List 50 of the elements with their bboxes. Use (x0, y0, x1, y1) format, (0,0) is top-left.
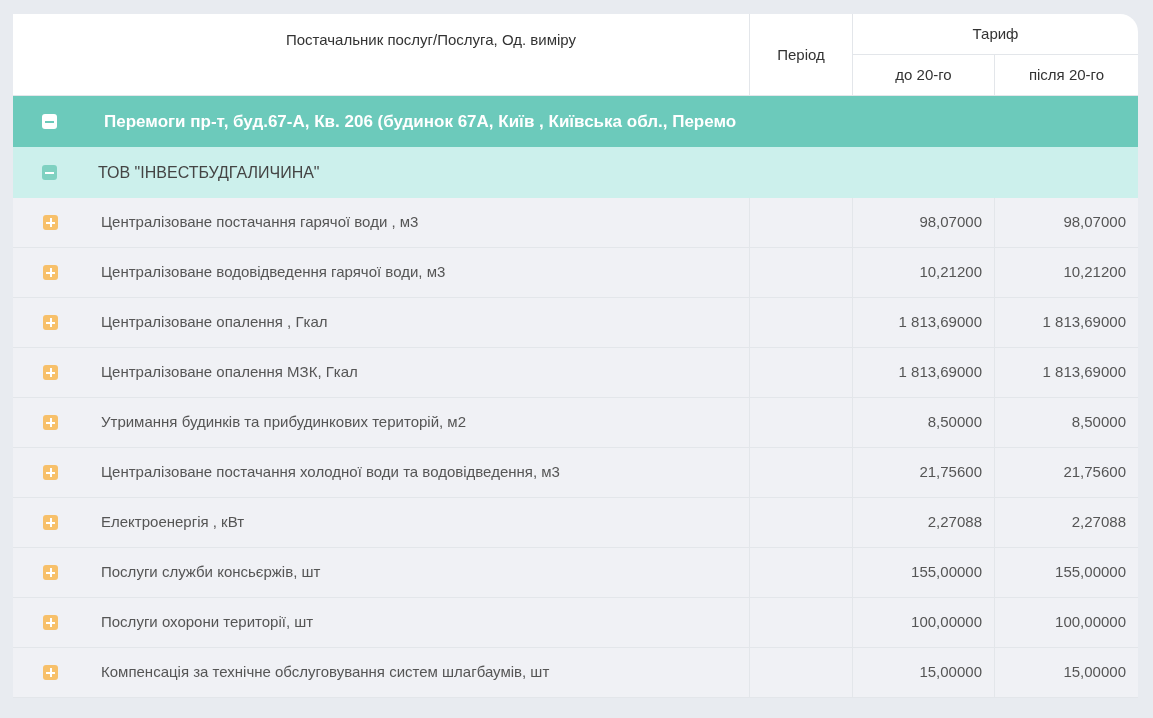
supplier-label: ТОВ "ІНВЕСТБУДГАЛИЧИНА" (98, 162, 320, 183)
column-header: Тариф (972, 23, 1019, 44)
expand-toggle[interactable] (43, 565, 58, 580)
tariff-value: 21,75600 (919, 462, 982, 483)
tariff-value: 8,50000 (1071, 412, 1126, 433)
column-header: до 20-го (895, 65, 952, 86)
column-header: Постачальник послуг/Послуга, Од. виміру (285, 29, 577, 50)
tariff-value: 100,00000 (911, 612, 982, 633)
expand-toggle[interactable] (43, 515, 58, 530)
collapse-toggle[interactable] (42, 114, 57, 129)
expand-toggle[interactable] (43, 265, 58, 280)
column-header: після 20-го (1028, 65, 1105, 86)
tariff-value: 98,07000 (1063, 212, 1126, 233)
expand-toggle[interactable] (43, 365, 58, 380)
service-name: Послуги охорони території, шт (101, 612, 314, 633)
tariff-value: 15,00000 (1063, 662, 1126, 683)
service-name: Послуги служби консьєржів, шт (101, 562, 321, 583)
tariff-value: 2,27088 (1071, 512, 1126, 533)
tariff-value: 155,00000 (1055, 562, 1126, 583)
tariff-value: 21,75600 (1063, 462, 1126, 483)
service-name: Централізоване постачання гарячої води , м3 (101, 212, 419, 233)
tariff-value: 100,00000 (1055, 612, 1126, 633)
tariff-value: 1 813,69000 (898, 362, 982, 383)
tariff-value: 8,50000 (927, 412, 982, 433)
service-name: Централізоване опалення , Гкал (101, 312, 328, 333)
service-name: Централізоване опалення МЗК, Гкал (101, 362, 358, 383)
service-name: Утримання будинків та прибудинкових територій, м2 (101, 412, 467, 433)
address-label: Перемоги пр-т, буд.67-А, Кв. 206 (будинок 67А, Київ , Київська обл., Перемо (104, 110, 737, 133)
tariff-value: 10,21200 (1063, 262, 1126, 283)
service-name: Компенсація за технічне обслуговування систем шлагбаумів, шт (101, 662, 550, 683)
tariff-value: 2,27088 (927, 512, 982, 533)
tariff-value: 10,21200 (919, 262, 982, 283)
tariff-value: 15,00000 (919, 662, 982, 683)
tariff-value: 98,07000 (919, 212, 982, 233)
service-name: Централізоване постачання холодної води та водовідведення, м3 (101, 462, 560, 483)
expand-toggle[interactable] (43, 415, 58, 430)
expand-toggle[interactable] (43, 215, 58, 230)
supplier-group-row[interactable]: ТОВ "ІНВЕСТБУДГАЛИЧИНА" (13, 147, 1138, 198)
expand-toggle[interactable] (43, 665, 58, 680)
service-name: Централізоване водовідведення гарячої води, м3 (101, 262, 446, 283)
expand-toggle[interactable] (43, 465, 58, 480)
tariff-value: 1 813,69000 (1042, 312, 1126, 333)
service-name: Електроенергія , кВт (101, 512, 245, 533)
column-header: Період (777, 44, 825, 65)
expand-toggle[interactable] (43, 615, 58, 630)
expand-toggle[interactable] (43, 315, 58, 330)
tariff-value: 1 813,69000 (1042, 362, 1126, 383)
tariff-value: 1 813,69000 (898, 312, 982, 333)
tariff-value: 155,00000 (911, 562, 982, 583)
collapse-toggle[interactable] (42, 165, 57, 180)
